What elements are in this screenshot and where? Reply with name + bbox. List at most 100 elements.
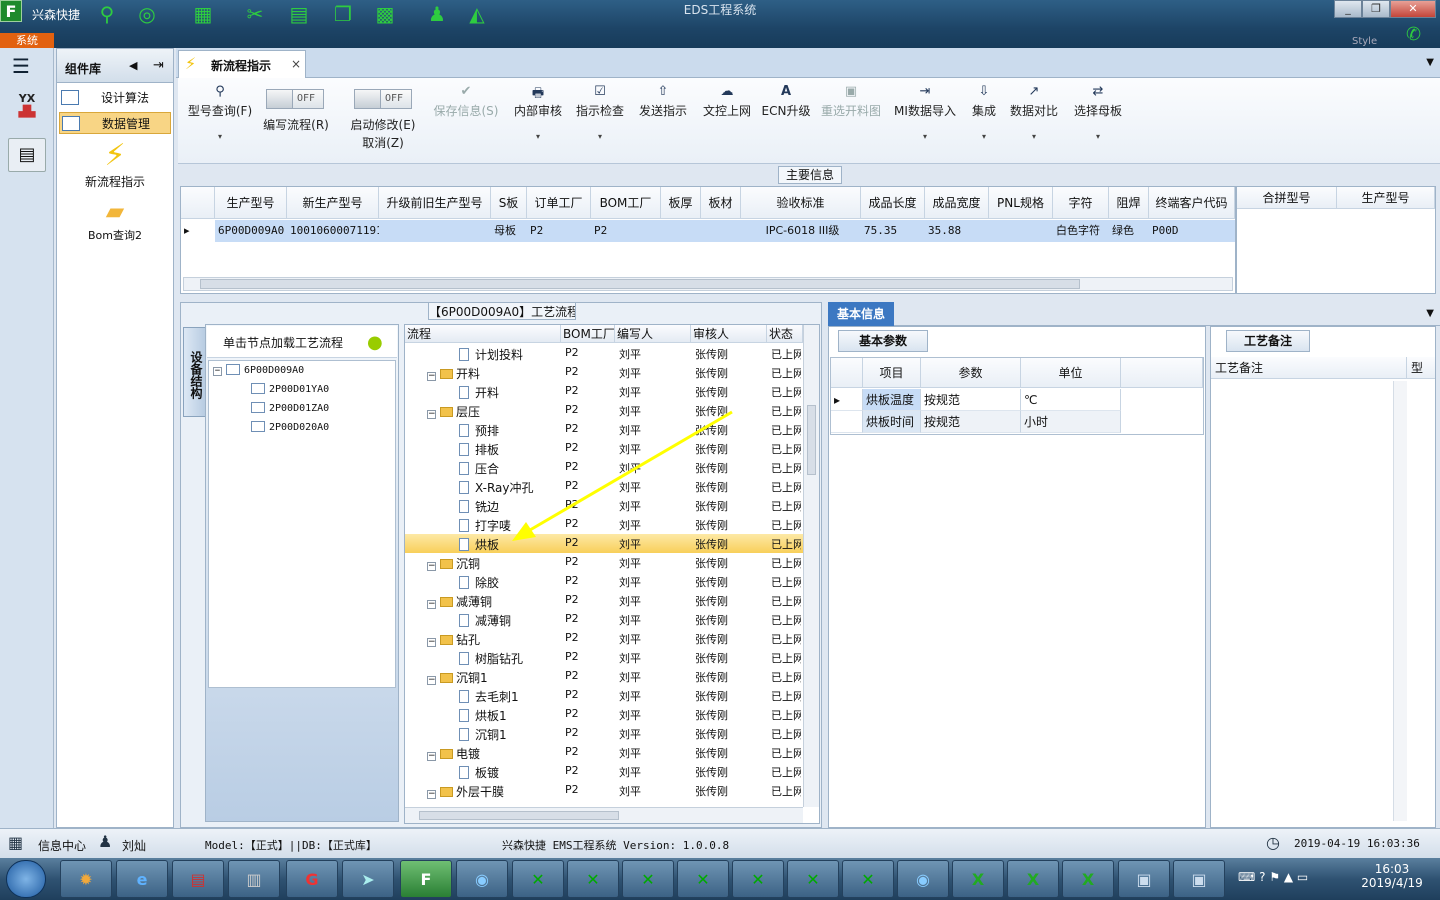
grid-cell[interactable]: 6P00D009A0 <box>215 220 287 242</box>
pin-icon[interactable]: ⇥ <box>153 58 164 73</box>
col-header[interactable]: 验收标准 <box>741 187 861 219</box>
excel-window-icon[interactable]: ✕ <box>787 860 839 898</box>
col-header[interactable]: 板材 <box>701 187 741 219</box>
grid-apps-icon[interactable]: ▦ <box>8 833 23 852</box>
horizontal-scrollbar[interactable] <box>183 277 1233 291</box>
network-app-icon[interactable]: ◉ <box>456 860 508 898</box>
col-header[interactable]: 型 <box>1407 357 1435 379</box>
excel-window-icon[interactable]: ✕ <box>512 860 564 898</box>
tray-icons[interactable]: ⌨ ? ⚑ ▲ ▭ <box>1238 870 1308 884</box>
doc-control-online-button[interactable]: ☁ 文控上网 <box>696 78 758 164</box>
panel-dropdown-icon[interactable]: ▼ <box>1426 308 1434 319</box>
tree-node[interactable]: 2P00D01YA0 <box>251 383 329 395</box>
col-header[interactable]: 板厚 <box>661 187 701 219</box>
tree-node[interactable]: − 6P00D009A0 <box>213 364 304 376</box>
integrate-button[interactable]: ⇩ 集成 ▾ <box>964 78 1004 164</box>
send-instruction-button[interactable]: ⇧ 发送指示 <box>632 78 694 164</box>
document-stack-icon[interactable]: ▥ <box>228 860 280 898</box>
internal-review-button[interactable]: 🖶 内部审核 ▾ <box>508 78 568 164</box>
picture-viewer-icon[interactable]: ▣ <box>1173 860 1225 898</box>
tab-close-icon[interactable]: × <box>291 57 301 71</box>
model-query-button[interactable]: ⚲ 型号查询(F) ▾ <box>182 78 258 164</box>
col-header[interactable]: 生产型号 <box>1337 187 1435 209</box>
col-header[interactable]: 合拼型号 <box>1237 187 1337 209</box>
col-header[interactable]: 单位 <box>1021 358 1121 388</box>
vertical-scrollbar[interactable] <box>1393 381 1407 821</box>
tab-new-process-instruction[interactable]: ⚡ 新流程指示 × <box>178 50 306 78</box>
excel-window-icon[interactable]: ✕ <box>622 860 674 898</box>
grid-cell[interactable]: P2 <box>591 220 661 242</box>
excel-icon[interactable]: X <box>1062 860 1114 898</box>
new-process-instruction-button[interactable]: ⚡ 新流程指示 <box>57 139 173 190</box>
style-menu[interactable]: Style <box>1352 36 1377 47</box>
grid-cell[interactable]: 绿色 <box>1109 220 1149 242</box>
excel-icon[interactable]: X <box>952 860 1004 898</box>
maximize-button[interactable]: ❐ <box>1362 0 1390 18</box>
scrollbar-thumb[interactable] <box>200 279 1080 289</box>
col-header[interactable]: BOM工厂 <box>591 187 661 219</box>
data-compare-button[interactable]: ↗ 数据对比 ▾ <box>1006 78 1062 164</box>
grid-cell[interactable]: P00D <box>1149 220 1235 242</box>
phone-icon[interactable]: ✆ <box>1406 24 1421 45</box>
select-mother-board-button[interactable]: ⇄ 选择母板 ▾ <box>1068 78 1128 164</box>
grid-cell[interactable]: IPC-6018 III级 <box>741 220 861 242</box>
excel-window-icon[interactable]: ✕ <box>677 860 729 898</box>
col-header[interactable]: 终端客户代码 <box>1149 187 1235 219</box>
eds-app-icon[interactable]: F <box>400 860 452 898</box>
tree-node[interactable]: 2P00D020A0 <box>251 421 329 433</box>
complib-item-data-management[interactable]: 数据管理 <box>59 112 171 134</box>
grid-cell[interactable]: 母板 <box>491 220 527 242</box>
bom-query-button[interactable]: ▰ Bom查询2 <box>57 195 173 243</box>
close-button[interactable]: ✕ <box>1390 0 1436 18</box>
save-disk-icon[interactable]: ▤ <box>172 860 224 898</box>
grid-cell[interactable]: 35.88 <box>925 220 989 242</box>
picture-viewer-icon[interactable]: ▣ <box>1118 860 1170 898</box>
col-header[interactable]: 新生产型号 <box>287 187 379 219</box>
col-header[interactable]: S板 <box>491 187 527 219</box>
minimize-button[interactable]: _ <box>1334 0 1362 18</box>
tab-process-remarks[interactable]: 工艺备注 <box>1226 330 1310 352</box>
excel-window-icon[interactable]: ✕ <box>842 860 894 898</box>
grid-cell[interactable]: 10010600071191 <box>287 220 379 242</box>
ecn-upgrade-button[interactable]: A ECN升级 <box>760 78 812 164</box>
yx-factory-icon[interactable]: YX ▟▙ <box>8 92 46 126</box>
side-tab-equipment-structure[interactable]: 设备结构 <box>183 327 205 417</box>
grid-cell[interactable]: 75.35 <box>861 220 925 242</box>
excel-window-icon[interactable]: ✕ <box>567 860 619 898</box>
grid-cell[interactable]: 按规范 <box>921 389 1021 411</box>
tab-list-dropdown-icon[interactable]: ▼ <box>1426 57 1434 68</box>
col-header[interactable]: 阻焊 <box>1109 187 1149 219</box>
start-button[interactable] <box>6 860 46 898</box>
reselect-cutting-diagram-button[interactable]: ▣ 重选开料图 <box>818 78 884 164</box>
tab-basic-info[interactable]: 基本信息 <box>828 302 894 326</box>
grid-cell[interactable]: 烘板时间 <box>863 411 921 433</box>
mi-data-import-button[interactable]: ⇥ MI数据导入 ▾ <box>892 78 958 164</box>
g-app-icon[interactable]: G <box>286 860 338 898</box>
col-header[interactable]: PNL规格 <box>989 187 1053 219</box>
col-header[interactable]: 订单工厂 <box>527 187 591 219</box>
grid-cell[interactable]: P2 <box>527 220 591 242</box>
grid-cell[interactable] <box>379 220 491 242</box>
grid-cell[interactable] <box>989 220 1053 242</box>
tab-basic-params[interactable]: 基本参数 <box>838 330 928 352</box>
col-header[interactable]: 升级前旧生产型号 <box>379 187 491 219</box>
bird-app-icon[interactable]: ➤ <box>342 860 394 898</box>
grid-cell[interactable]: 按规范 <box>921 411 1021 433</box>
system-tab[interactable]: 系统 <box>0 33 54 48</box>
tree-node[interactable]: 2P00D01ZA0 <box>251 402 329 414</box>
save-info-button[interactable]: ✔ 保存信息(S) <box>428 78 504 164</box>
grid-cell[interactable] <box>701 220 741 242</box>
excel-window-icon[interactable]: ✕ <box>732 860 784 898</box>
grid-cell[interactable] <box>661 220 701 242</box>
ie-browser-icon[interactable]: e <box>116 860 168 898</box>
col-header[interactable]: 参数 <box>921 358 1021 388</box>
grid-cell[interactable]: ℃ <box>1021 389 1121 411</box>
excel-icon[interactable]: X <box>1007 860 1059 898</box>
col-header[interactable]: 工艺备注 <box>1211 357 1407 379</box>
cancel-button[interactable]: 取消(Z) <box>342 134 424 151</box>
col-header[interactable]: 成品长度 <box>861 187 925 219</box>
taskbar-clock[interactable]: 16:03 2019/4/19 <box>1354 862 1430 890</box>
col-header[interactable]: 生产型号 <box>215 187 287 219</box>
shell-app-icon[interactable]: ✹ <box>60 860 112 898</box>
collapse-left-icon[interactable]: ◀ <box>129 59 137 72</box>
